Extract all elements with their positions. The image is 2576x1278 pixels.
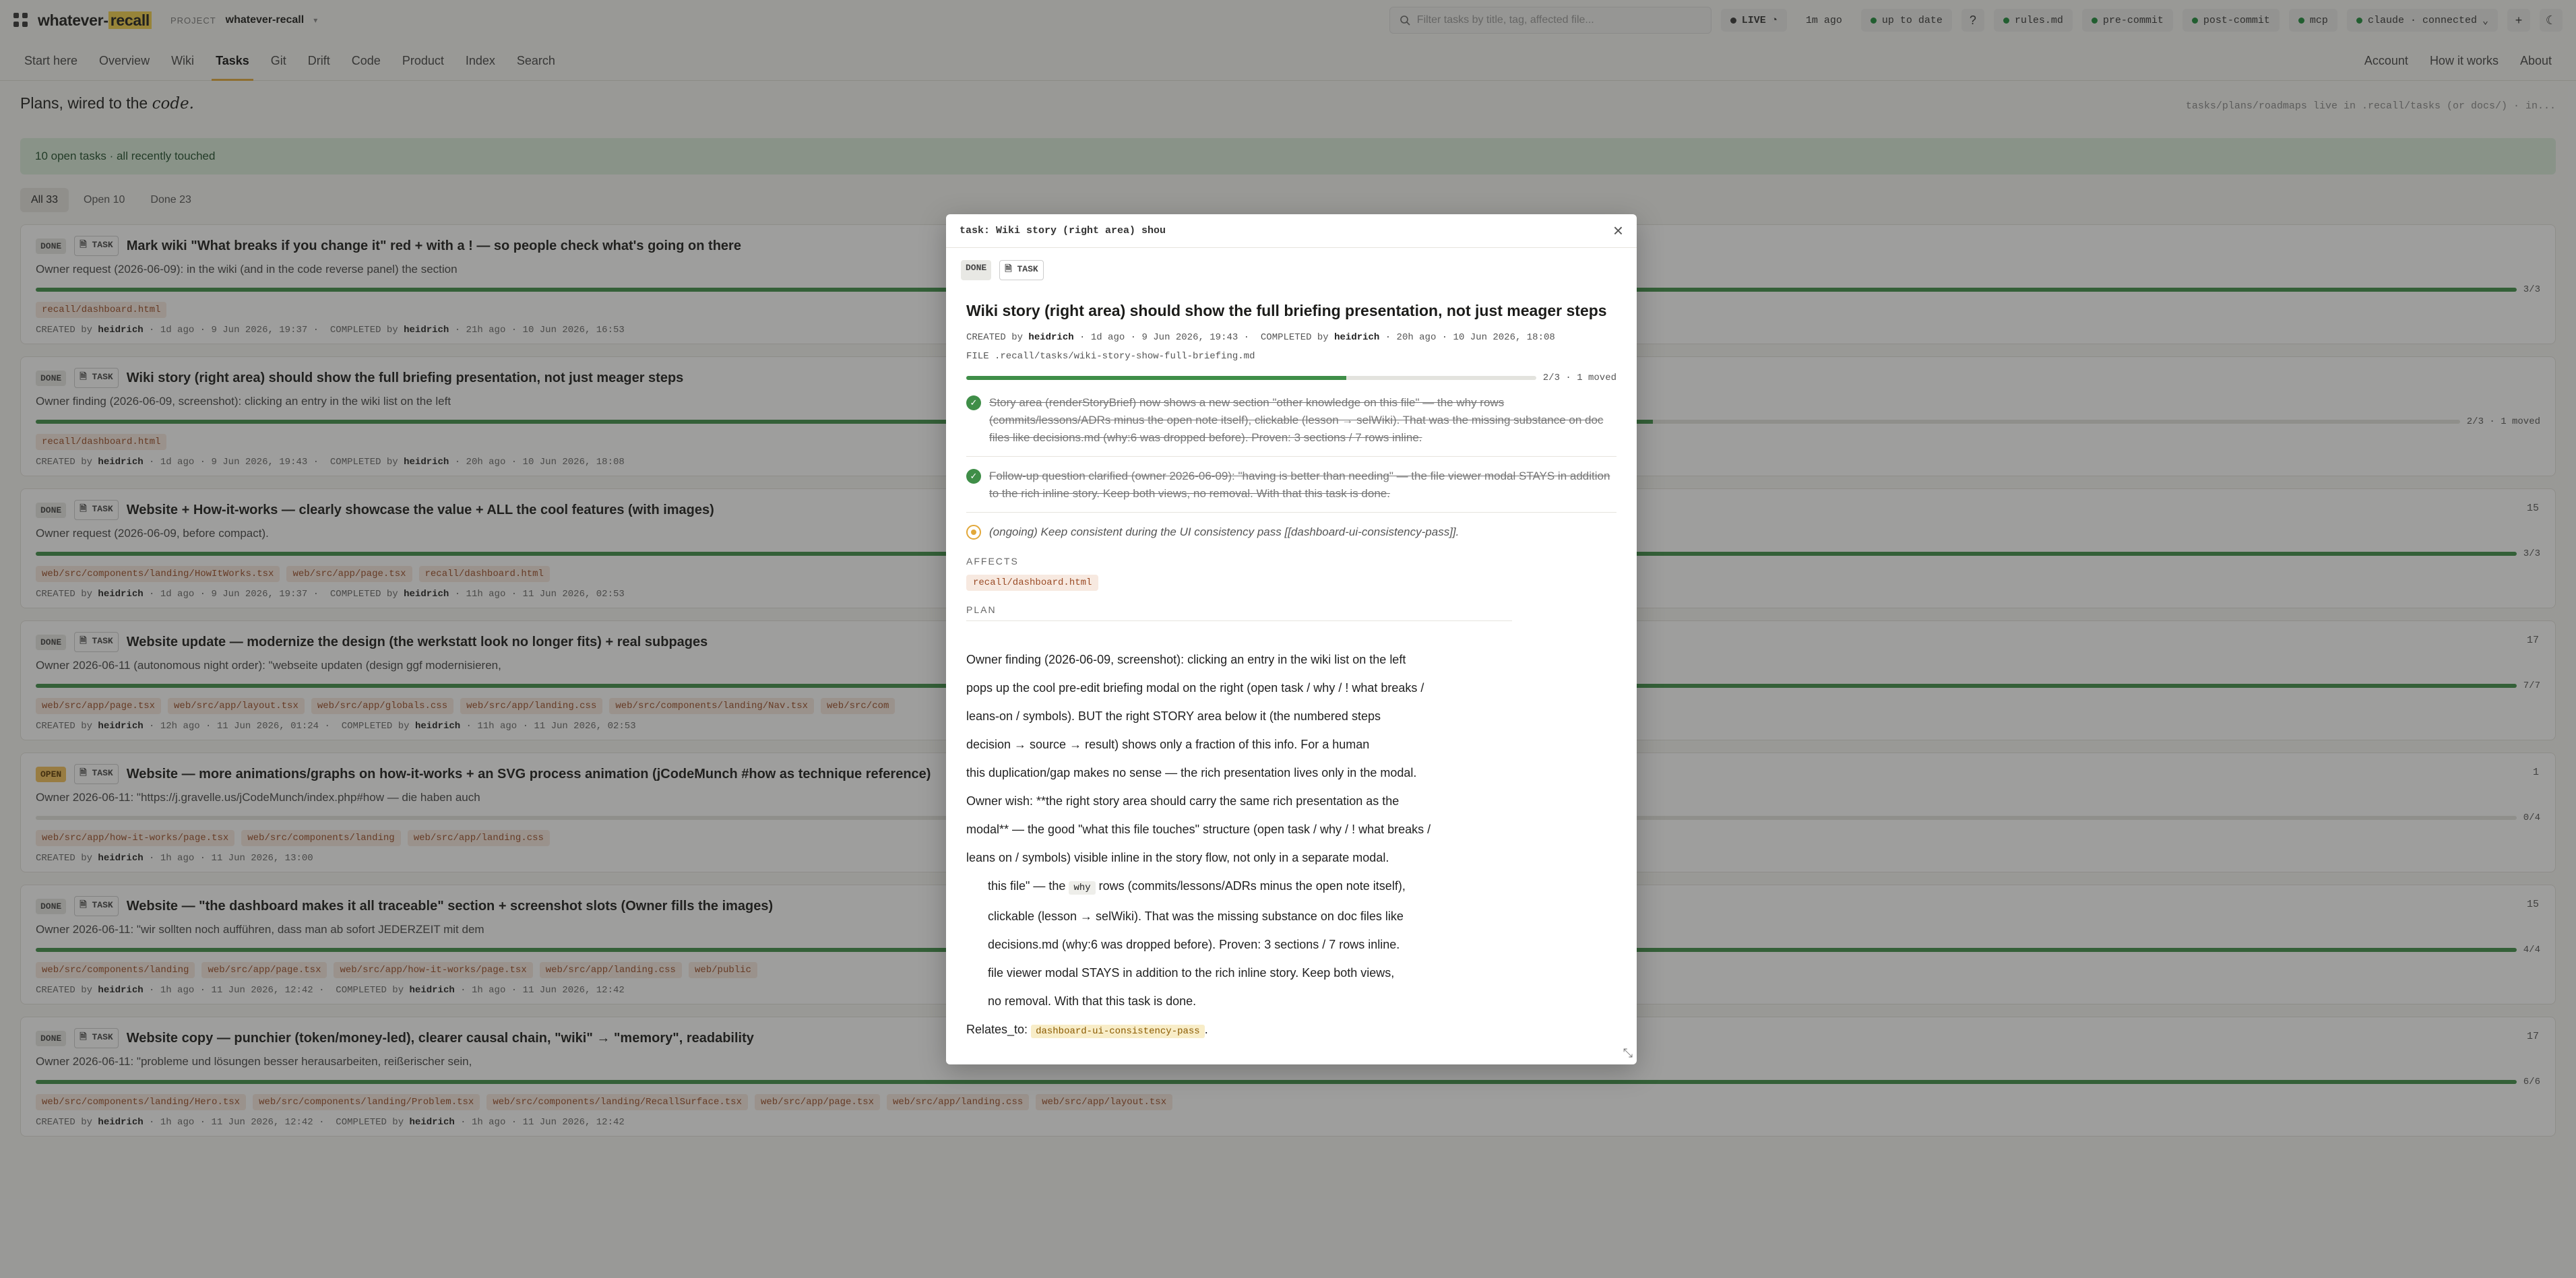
plan-line: no removal. With that this task is done. (988, 994, 1197, 1008)
modal-meta: CREATED by heidrich · 1d ago · 9 Jun 202… (966, 328, 1616, 366)
plan-text: Owner finding (2026-06-09, screenshot): … (966, 645, 1616, 1046)
modal-progress-label: 2/3 · 1 moved (1542, 373, 1616, 383)
plan-line: Owner wish: **the right story area shoul… (966, 794, 1400, 808)
completed-by: heidrich (1334, 332, 1380, 343)
modal-badges: DONE 🗎 TASK (946, 248, 1637, 280)
task-modal: task: Wiki story (right area) shou × DON… (946, 214, 1637, 1064)
relates-link[interactable]: dashboard-ui-consistency-pass (1031, 1025, 1205, 1038)
step-text: Story area (renderStoryBrief) now shows … (989, 396, 1604, 444)
plan-text-segment: rows (commits/lessons/ADRs minus the ope… (1095, 879, 1406, 893)
plan-line: this file" — the why rows (commits/lesso… (966, 872, 1616, 902)
relates-line: Relates_to: dashboard-ui-consistency-pas… (966, 1015, 1616, 1046)
plan-line: decisions.md (why:6 was dropped before).… (988, 938, 1400, 951)
kind-label: TASK (1017, 264, 1038, 274)
modal-steps: ✓ Story area (renderStoryBrief) now shows… (966, 394, 1616, 541)
modal-file-path[interactable]: FILE .recall/tasks/wiki-story-show-full-… (966, 347, 1616, 366)
completed-label: COMPLETED by (1260, 332, 1329, 343)
plan-line: pops up the cool pre-edit briefing modal… (966, 681, 1424, 695)
modal-progress: 2/3 · 1 moved (966, 373, 1616, 383)
created-by: heidrich (1028, 332, 1074, 343)
plan-step: ✓ Follow-up question clarified (owner 202… (966, 468, 1616, 503)
check-circle-icon: ✓ (966, 395, 981, 410)
document-icon: 🗎 (1005, 264, 1017, 274)
relates-label: Relates_to: (966, 1023, 1032, 1036)
pending-dot-icon (971, 530, 976, 535)
modal-progress-track (966, 376, 1536, 380)
step-text: (ongoing) Keep consistent during the UI … (989, 525, 1459, 538)
plan-line: leans on / symbols) visible inline in th… (966, 851, 1389, 864)
plan-line: this duplication/gap makes no sense — th… (966, 766, 1417, 779)
inline-code: why (1069, 881, 1096, 895)
plan-line: clickable (lesson → selWiki). That was t… (988, 909, 1404, 923)
plan-line: decision → source → result) shows only a… (966, 738, 1370, 751)
plan-text-segment: this file" — the (988, 879, 1069, 893)
plan-line: file viewer modal STAYS in addition to t… (988, 966, 1395, 980)
pending-circle-icon (966, 525, 981, 540)
check-circle-icon: ✓ (966, 469, 981, 484)
affects-label: AFFECTS (966, 556, 1019, 567)
plan-line: leans-on / symbols). BUT the right STORY… (966, 709, 1381, 723)
plan-label: PLAN (966, 604, 997, 615)
modal-header-title: task: Wiki story (right area) shou (960, 225, 1166, 236)
plan-line: modal** — the good "what this file touch… (966, 823, 1431, 836)
modal-progress-fill (966, 376, 1347, 380)
step-divider (966, 456, 1616, 457)
close-icon[interactable]: × (1613, 220, 1623, 241)
completed-when: · 20h ago · 10 Jun 2026, 18:08 (1379, 332, 1555, 343)
created-label: CREATED by (966, 332, 1024, 343)
relates-tail: . (1204, 1023, 1208, 1036)
modal-created-line: CREATED by heidrich · 1d ago · 9 Jun 202… (966, 332, 1555, 343)
plan-step: (ongoing) Keep consistent during the UI … (966, 523, 1616, 541)
plan-line: Owner finding (2026-06-09, screenshot): … (966, 653, 1406, 666)
modal-header: task: Wiki story (right area) shou × (946, 214, 1637, 248)
step-divider (966, 512, 1616, 513)
plan-divider (966, 620, 1512, 621)
modal-title: Wiki story (right area) should show the … (966, 302, 1607, 319)
modal-body: Wiki story (right area) should show the … (946, 302, 1637, 1046)
kind-badge: 🗎 TASK (999, 260, 1044, 280)
created-when: · 1d ago · 9 Jun 2026, 19:43 (1073, 332, 1238, 343)
plan-step: ✓ Story area (renderStoryBrief) now shows… (966, 394, 1616, 447)
step-text: Follow-up question clarified (owner 2026… (989, 470, 1610, 500)
resize-handle-icon[interactable]: ⤡ (1623, 1046, 1633, 1060)
affects-file[interactable]: recall/dashboard.html (966, 575, 1099, 591)
status-badge: DONE (961, 260, 992, 280)
